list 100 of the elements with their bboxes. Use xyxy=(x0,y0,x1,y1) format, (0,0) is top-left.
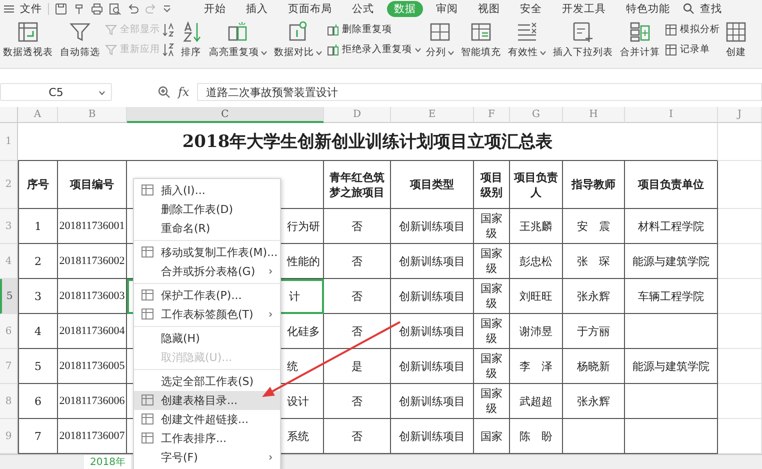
search-link[interactable]: 查找 xyxy=(700,2,722,16)
search-icon[interactable] xyxy=(683,3,694,14)
ribbon-button[interactable]: 自动筛选 xyxy=(58,21,102,61)
sheet-icon xyxy=(141,413,154,425)
table-cell: 能源与建筑学院 xyxy=(625,349,718,384)
sheet-icon xyxy=(141,246,154,258)
table-cell: 指导教师 xyxy=(563,161,625,209)
ribbon-tab[interactable]: 审阅 xyxy=(429,0,465,16)
split-column-icon xyxy=(429,21,451,43)
caret-icon xyxy=(261,50,267,54)
table-cell: 国家级 xyxy=(474,244,510,279)
ribbon-button[interactable]: 模拟分析 xyxy=(665,23,720,36)
ribbon-button[interactable]: 有效性 xyxy=(506,21,548,61)
table-cell: 项目级别 xyxy=(474,161,510,209)
ribbon-tab[interactable]: 视图 xyxy=(471,0,507,16)
format-painter-icon[interactable] xyxy=(73,2,85,14)
ribbon-button[interactable]: 数据透视表 xyxy=(1,21,55,61)
funnel-icon xyxy=(69,21,91,43)
ribbon-tab[interactable]: 页面布局 xyxy=(281,0,339,16)
fx-label[interactable]: fx xyxy=(178,85,190,99)
ribbon-tab[interactable]: 插入 xyxy=(239,0,275,16)
sort-ascending-icon xyxy=(163,23,175,37)
table-cell xyxy=(718,384,762,419)
caret-icon xyxy=(316,50,322,54)
row-header[interactable]: 5 xyxy=(0,279,18,314)
table-cell xyxy=(718,349,762,384)
table-cell: 否 xyxy=(324,279,391,314)
name-box[interactable]: C5 xyxy=(0,83,112,101)
ribbon-button[interactable]: 插入下拉列表 xyxy=(551,21,615,61)
menu-item[interactable]: 创建表格目录... xyxy=(134,391,280,410)
ribbon-tab[interactable]: 公式 xyxy=(345,0,381,16)
caret-icon xyxy=(99,91,105,95)
ribbon-button[interactable]: 高亮重复项 xyxy=(207,21,269,61)
ribbon-button[interactable]: 记录单 xyxy=(665,43,720,56)
table-cell: 201811736001 xyxy=(58,209,127,244)
ribbon-tab[interactable]: 开始 xyxy=(197,0,233,16)
ribbon-tab[interactable]: 开发工具 xyxy=(555,0,613,16)
column-header[interactable]: C xyxy=(127,107,324,123)
table-cell: 张 琛 xyxy=(563,244,625,279)
ribbon-button[interactable]: 数据对比 xyxy=(272,21,324,61)
table-cell: 国家级 xyxy=(474,349,510,384)
table-cell: 201811736006 xyxy=(58,384,127,419)
formula-field[interactable]: 道路二次事故预警装置设计 xyxy=(197,83,762,101)
sort-ascending-button[interactable] xyxy=(163,23,175,37)
print-icon[interactable] xyxy=(91,2,103,14)
table-cell xyxy=(718,209,762,244)
ribbon-button[interactable]: 合并计算 xyxy=(618,21,662,61)
customize-icon[interactable] xyxy=(163,4,171,12)
table-cell: 谢沛昱 xyxy=(510,314,563,349)
filter-icon xyxy=(105,44,117,56)
undo-icon[interactable] xyxy=(127,2,139,14)
sheet-icon xyxy=(141,394,154,406)
ribbon-button[interactable]: 拒绝录入重复项 xyxy=(327,43,421,56)
table-cell: 项目负责单位 xyxy=(625,161,718,209)
table-cell: 否 xyxy=(324,209,391,244)
menu-item[interactable]: 合并或拆分表格(G) xyxy=(134,262,280,281)
ribbon-button[interactable]: 删除重复项 xyxy=(327,23,421,36)
sheet-icon xyxy=(141,432,154,444)
menu-item[interactable]: 保护工作表(P)... xyxy=(134,286,280,305)
table-cell: 创新训练项目 xyxy=(391,244,474,279)
table-cell: 国家级 xyxy=(474,279,510,314)
sheet-icon xyxy=(141,184,154,196)
table-cell: 序号 xyxy=(18,161,58,209)
sheet-icon xyxy=(141,289,154,301)
table-cell: 彭忠松 xyxy=(510,244,563,279)
table-cell: 杨晓新 xyxy=(563,349,625,384)
table-cell: 王兆麟 xyxy=(510,209,563,244)
table-cell: 国家级 xyxy=(474,314,510,349)
save-icon[interactable] xyxy=(55,2,67,14)
file-menu[interactable]: 文件 xyxy=(20,2,42,16)
ribbon-button[interactable]: 智能填充 xyxy=(459,21,503,61)
data-compare-icon xyxy=(287,21,309,43)
table-cell: 国家级 xyxy=(474,209,510,244)
table-cell: 材料工程学院 xyxy=(625,209,718,244)
menu-icon[interactable] xyxy=(4,4,14,12)
menu-item[interactable]: 移动或复制工作表(M)... xyxy=(134,243,280,262)
smart-fill-icon xyxy=(470,21,492,43)
table-cell: 201811736002 xyxy=(58,244,127,279)
filter-icon xyxy=(105,24,117,36)
table-cell: 武超超 xyxy=(510,384,563,419)
merge-calc-icon xyxy=(629,21,651,43)
duplicates-icon xyxy=(327,44,339,56)
table-cell: 刘旺旺 xyxy=(510,279,563,314)
caret-icon xyxy=(448,50,454,54)
table-cell xyxy=(718,123,762,161)
menu-item[interactable]: 隐藏(H) xyxy=(134,329,280,348)
sort-descending-button[interactable] xyxy=(163,43,175,57)
table-icon xyxy=(725,21,747,43)
table-cell: 6 xyxy=(18,384,58,419)
ribbon-button[interactable]: 排序 xyxy=(178,21,204,61)
menu-item[interactable]: 重命名(R) xyxy=(134,219,280,238)
ribbon-button[interactable]: 创建 xyxy=(723,21,749,61)
ribbon-button[interactable]: 分列 xyxy=(424,21,456,61)
menu-item[interactable]: 插入(I)... xyxy=(134,181,280,200)
table-cell: 安 震 xyxy=(563,209,625,244)
ribbon-tab[interactable]: 安全 xyxy=(513,0,549,16)
ribbon-tab[interactable]: 特色功能 xyxy=(619,0,677,16)
zoom-icon[interactable] xyxy=(158,86,170,98)
menu-item[interactable]: 工作表排序... xyxy=(134,429,280,448)
print-preview-icon[interactable] xyxy=(109,2,121,14)
